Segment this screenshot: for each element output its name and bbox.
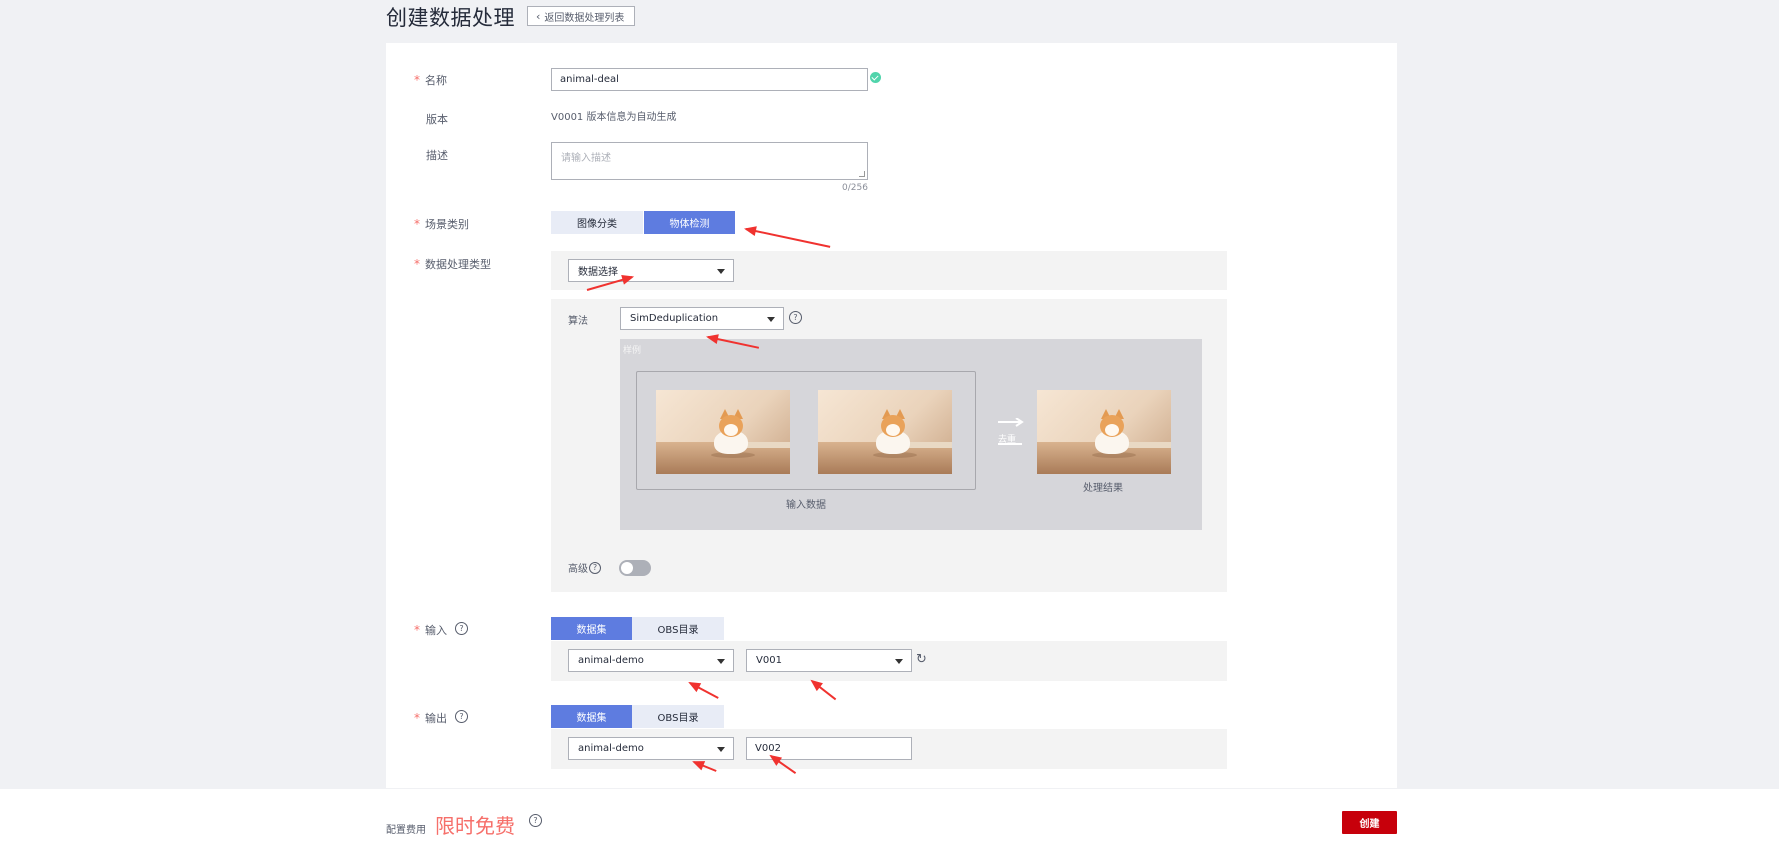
- back-button-label: 返回数据处理列表: [544, 12, 625, 24]
- input-tab-dataset[interactable]: 数据集: [551, 617, 632, 640]
- algorithm-help-icon[interactable]: ?: [789, 311, 802, 324]
- input-data-caption: 输入数据: [786, 500, 826, 511]
- algorithm-select[interactable]: SimDeduplication: [620, 307, 784, 330]
- input-help-icon[interactable]: ?: [455, 622, 468, 635]
- back-to-list-button[interactable]: ‹ 返回数据处理列表: [527, 6, 635, 26]
- kitten-image: [656, 390, 790, 474]
- description-counter: 0/256: [842, 183, 868, 193]
- fee-help-icon[interactable]: ?: [529, 814, 542, 827]
- refresh-icon[interactable]: ↻: [916, 652, 927, 667]
- output-dataset-select[interactable]: animal-demo: [568, 737, 734, 760]
- resize-grip-icon[interactable]: [859, 171, 865, 177]
- page-title: 创建数据处理: [386, 6, 515, 30]
- advanced-help-icon[interactable]: ?: [589, 561, 601, 574]
- example-tag: 样例: [623, 346, 642, 356]
- dedup-label: 去重: [998, 435, 1017, 445]
- output-label: * 输出: [414, 711, 447, 725]
- caret-down-icon: [717, 268, 725, 274]
- name-label: * 名称: [414, 73, 447, 87]
- fee-value: 限时免费: [435, 814, 515, 838]
- description-textarea[interactable]: 请输入描述: [551, 142, 868, 180]
- input-label: * 输入: [414, 623, 447, 637]
- name-input[interactable]: animal-deal: [551, 68, 868, 91]
- input-dataset-select[interactable]: animal-demo: [568, 649, 734, 672]
- advanced-label: 高级 ?: [568, 560, 601, 575]
- version-label: 版本: [426, 113, 448, 126]
- result-caption: 处理结果: [1083, 483, 1123, 494]
- caret-down-icon: [717, 746, 725, 752]
- input-version-select[interactable]: V001: [746, 649, 912, 672]
- caret-down-icon: [717, 658, 725, 664]
- scene-option-object-detection[interactable]: 物体检测: [644, 211, 735, 234]
- chevron-left-icon: ‹: [536, 9, 541, 23]
- description-label: 描述: [426, 149, 448, 162]
- process-type-select[interactable]: 数据选择: [568, 259, 734, 282]
- algorithm-label: 算法: [568, 316, 588, 327]
- kitten-image: [1037, 390, 1171, 474]
- footer-bar: [0, 789, 1779, 849]
- version-value: V0001 版本信息为自动生成: [551, 112, 677, 123]
- output-help-icon[interactable]: ?: [455, 710, 468, 723]
- fee-label: 配置费用: [386, 825, 426, 836]
- output-tab-obs[interactable]: OBS目录: [632, 705, 724, 728]
- process-type-label: * 数据处理类型: [414, 257, 491, 271]
- create-button[interactable]: 创建: [1342, 811, 1397, 834]
- scene-label: * 场景类别: [414, 217, 469, 231]
- kitten-image: [818, 390, 952, 474]
- output-tab-dataset[interactable]: 数据集: [551, 705, 632, 728]
- caret-down-icon: [895, 658, 903, 664]
- required-mark: *: [414, 73, 420, 87]
- caret-down-icon: [767, 316, 775, 322]
- advanced-toggle[interactable]: [619, 560, 651, 576]
- input-tab-obs[interactable]: OBS目录: [632, 617, 724, 640]
- scene-option-image-classification[interactable]: 图像分类: [551, 211, 643, 234]
- check-icon: [870, 72, 881, 83]
